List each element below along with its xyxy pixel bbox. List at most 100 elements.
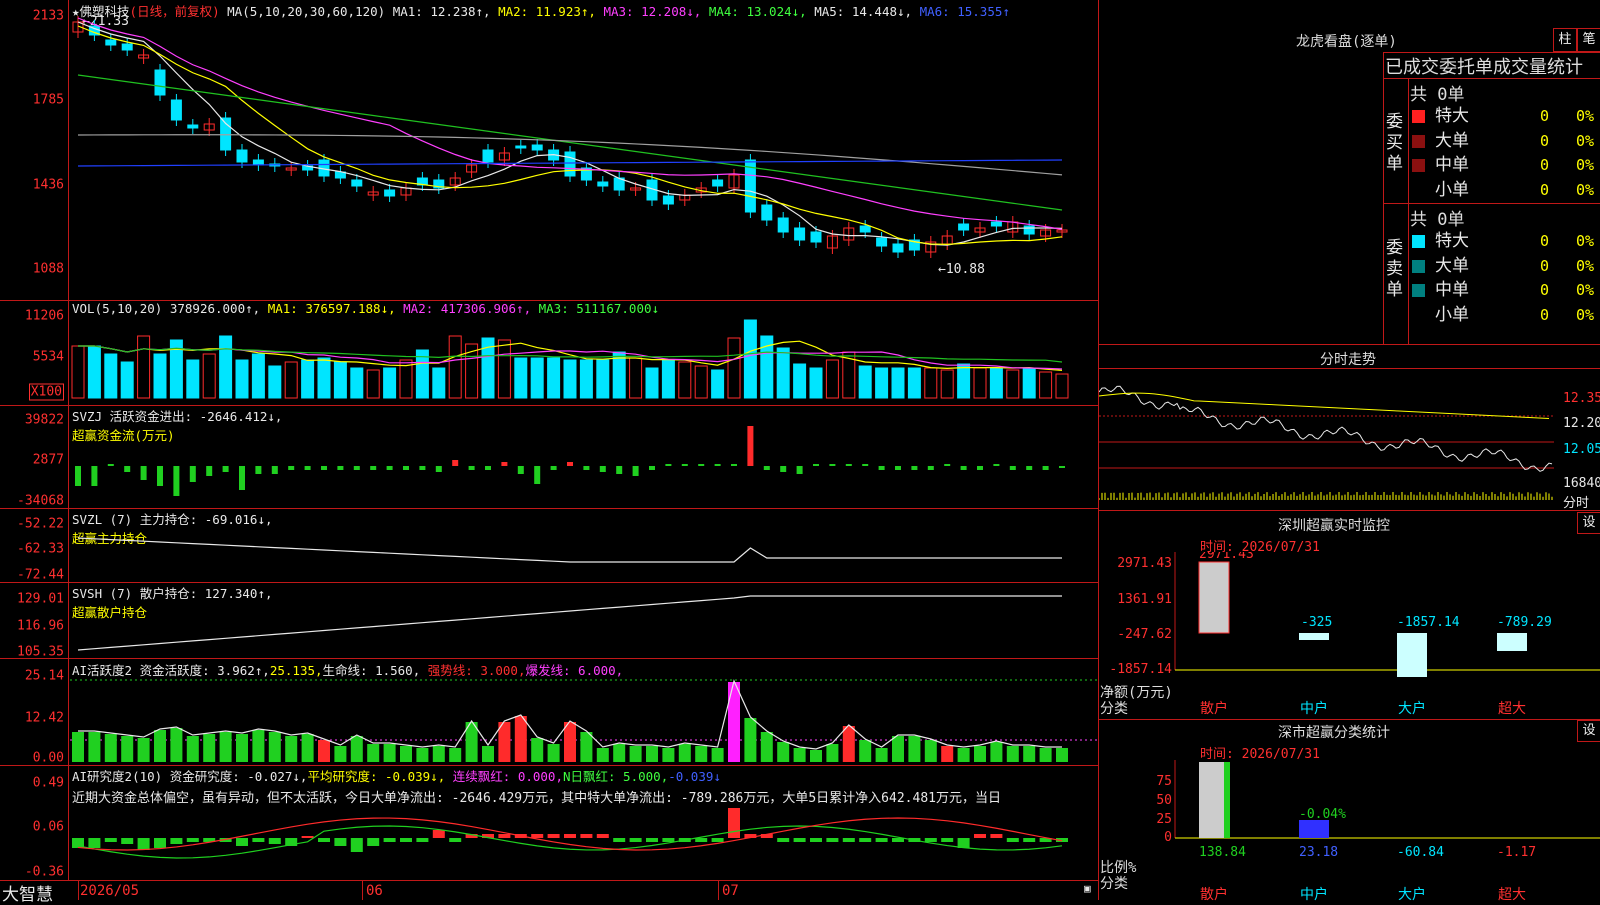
flow-bar (435, 466, 442, 472)
volume-bar (793, 363, 807, 399)
activity-bar (268, 732, 281, 762)
research-bar (547, 834, 560, 838)
cls-cat-label: 散户 (1200, 887, 1228, 903)
volume-bar (251, 353, 265, 399)
buy-row-pct: 0% (1576, 131, 1595, 150)
research-bar (498, 834, 511, 838)
activity-bar (892, 736, 904, 762)
volume-bar (284, 361, 298, 399)
research-bar (957, 838, 970, 848)
lock-icon[interactable]: ▣ (1084, 882, 1091, 895)
candle-body (531, 144, 543, 151)
flow-bar (140, 466, 147, 480)
activity-bar (367, 744, 380, 762)
activity-bar (252, 730, 265, 762)
cls-value-label: -1.17 (1497, 845, 1536, 860)
flow-bar (845, 464, 852, 466)
flow-bar (468, 466, 475, 470)
tick-toggle-button[interactable]: 笔 (1577, 28, 1600, 52)
buy-row-pct: 0% (1576, 107, 1595, 125)
research-bar (728, 808, 740, 838)
volume-bar (448, 335, 462, 399)
flow-bar (419, 466, 426, 470)
research-bar (318, 838, 330, 842)
research-bar (859, 838, 872, 842)
fs-axis-mid: 12.20 (1563, 416, 1600, 431)
flow-bar (583, 466, 590, 470)
sz-settings-button[interactable]: 设 (1577, 512, 1600, 534)
sz-value-label: -1857.14 (1397, 615, 1460, 630)
sell-row-count: 0 (1540, 281, 1550, 299)
flow-bar (337, 466, 344, 470)
volume-bar (366, 369, 380, 399)
activity-bar (1039, 748, 1052, 762)
flow-bar (271, 466, 278, 474)
research-bar (892, 838, 904, 842)
activity-bar (186, 736, 199, 762)
kline-chart[interactable] (0, 0, 1098, 880)
activity-bar (760, 732, 773, 762)
sz-monitor-title: 深圳超赢实时监控 (1278, 518, 1390, 534)
sell-row-name: 特大 (1435, 231, 1469, 251)
flow-bar (222, 466, 229, 472)
volume-bar (957, 363, 971, 399)
candle-body (121, 43, 133, 51)
research-bar (400, 838, 412, 842)
bar-toggle-button[interactable]: 柱 (1553, 28, 1577, 52)
flow-bar (895, 466, 901, 470)
activity-bar (400, 746, 412, 762)
candle-body (154, 69, 166, 96)
activity-bar (875, 748, 888, 762)
buy-row-name: 大单 (1435, 130, 1469, 151)
flow-bar (255, 466, 262, 474)
volume-bar (596, 359, 610, 399)
fs-axis-low: 12.05 (1563, 442, 1600, 457)
activity-bar (514, 716, 527, 762)
flow-bar (173, 466, 180, 496)
flow-bar (977, 466, 983, 470)
flow-bar (567, 462, 573, 466)
activity-bar (318, 740, 330, 762)
flow-bar (321, 466, 327, 470)
volume-bar (202, 353, 216, 399)
cls-axis-tick: 25 (1156, 812, 1172, 827)
activity-bar (219, 732, 232, 762)
sz-bar-mid (1299, 633, 1329, 640)
cls-cat: 分类 (1100, 876, 1128, 892)
research-bar (596, 834, 609, 838)
volume-bar (1039, 371, 1053, 399)
lhb-title: 龙虎看盘(逐单) (1296, 34, 1397, 50)
research-bar (367, 838, 380, 846)
flow-bar (878, 466, 885, 470)
flow-bar (813, 464, 819, 466)
flow-bar (780, 466, 787, 472)
activity-bar (777, 742, 790, 762)
research-bar (924, 838, 937, 842)
buy-side-label: 委买单 (1386, 112, 1403, 174)
cls-settings-button[interactable]: 设 (1577, 720, 1600, 742)
volume-bar (743, 319, 757, 399)
research-bar (990, 834, 1003, 838)
flow-bar (665, 464, 672, 466)
activity-bar (1006, 746, 1019, 762)
activity-bar (383, 744, 396, 762)
activity-bar (728, 682, 740, 762)
volume-bar (858, 365, 872, 399)
sz-bar-retail (1198, 561, 1230, 634)
candle-body (564, 151, 576, 177)
flow-bar (599, 466, 606, 472)
activity-bar (482, 746, 494, 762)
candle-body (892, 243, 904, 253)
sell-row-count: 0 (1540, 232, 1550, 250)
activity-bar (941, 746, 954, 762)
flow-bar (403, 466, 409, 470)
volume-bar (317, 357, 331, 399)
intraday-chart[interactable] (1099, 368, 1600, 510)
activity-bar (531, 738, 544, 762)
flow-bar (239, 466, 245, 490)
buy-row-swatch (1412, 110, 1425, 123)
flow-bar (714, 464, 721, 466)
flow-bar (1026, 466, 1033, 470)
candle-body (1023, 225, 1035, 235)
volume-bar (891, 367, 905, 399)
